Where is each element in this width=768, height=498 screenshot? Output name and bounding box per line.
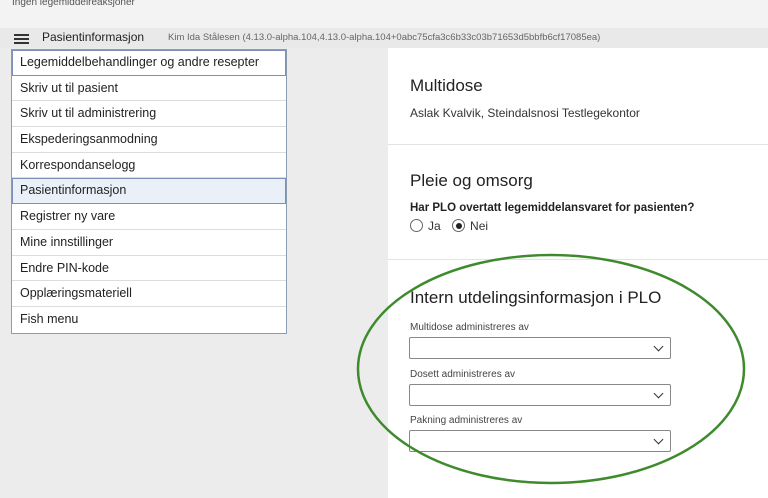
radio-nei-label: Nei [470, 218, 489, 233]
menu-item-mine-innstillinger[interactable]: Mine innstillinger [12, 230, 286, 256]
multidose-admin-select[interactable] [409, 337, 671, 359]
patient-version-info: Kim Ida Stålesen (4.13.0-alpha.104,4.13.… [168, 32, 601, 43]
app-title: Pasientinformasjon [42, 30, 145, 44]
menu-item-opplaeringsmateriell[interactable]: Opplæringsmateriell [12, 281, 286, 307]
dropdown-menu: Legemiddelbehandlinger og andre resepter… [11, 49, 287, 334]
menu-item-skriv-ut-administrering[interactable]: Skriv ut til administrering [12, 101, 286, 128]
top-notice-bar: Ingen legemiddelreaksjoner [0, 0, 768, 28]
menu-item-ekspederingsanmodning[interactable]: Ekspederingsanmodning [12, 127, 286, 153]
plo-radio-group: Ja Nei [410, 218, 496, 233]
multidose-prescriber: Aslak Kvalvik, Steindalsnosi Testlegekon… [410, 106, 640, 120]
menu-item-registrer-ny-vare[interactable]: Registrer ny vare [12, 204, 286, 230]
radio-nei[interactable] [452, 219, 466, 233]
hamburger-menu-icon[interactable] [14, 34, 29, 44]
radio-ja[interactable] [410, 219, 423, 233]
pleie-title: Pleie og omsorg [410, 171, 533, 190]
pakning-admin-select[interactable] [409, 430, 671, 452]
chevron-down-icon [653, 434, 664, 445]
menu-item-endre-pin-kode[interactable]: Endre PIN-kode [12, 256, 286, 282]
chevron-down-icon [653, 388, 664, 399]
multidose-title: Multidose [410, 76, 483, 95]
menu-item-pasientinformasjon[interactable]: Pasientinformasjon [12, 178, 286, 205]
dosett-admin-label: Dosett administreres av [410, 369, 516, 380]
menu-item-fish-menu[interactable]: Fish menu [12, 307, 286, 333]
intern-title: Intern utdelingsinformasjon i PLO [410, 288, 662, 307]
top-notice: Ingen legemiddelreaksjoner [12, 0, 135, 8]
radio-ja-label: Ja [428, 218, 441, 233]
plo-question: Har PLO overtatt legemiddelansvaret for … [410, 202, 695, 214]
dosett-admin-select[interactable] [409, 384, 671, 406]
multidose-admin-label: Multidose administreres av [410, 322, 529, 333]
section-divider [388, 259, 768, 260]
app-bar: Pasientinformasjon Kim Ida Stålesen (4.1… [0, 28, 768, 48]
pakning-admin-label: Pakning administreres av [410, 415, 523, 426]
menu-item-skriv-ut-pasient[interactable]: Skriv ut til pasient [12, 76, 286, 102]
menu-item-legemiddelbehandlinger[interactable]: Legemiddelbehandlinger og andre resepter [12, 50, 286, 76]
chevron-down-icon [653, 341, 664, 352]
section-divider [388, 144, 768, 145]
menu-item-korrespondanselogg[interactable]: Korrespondanselogg [12, 153, 286, 179]
